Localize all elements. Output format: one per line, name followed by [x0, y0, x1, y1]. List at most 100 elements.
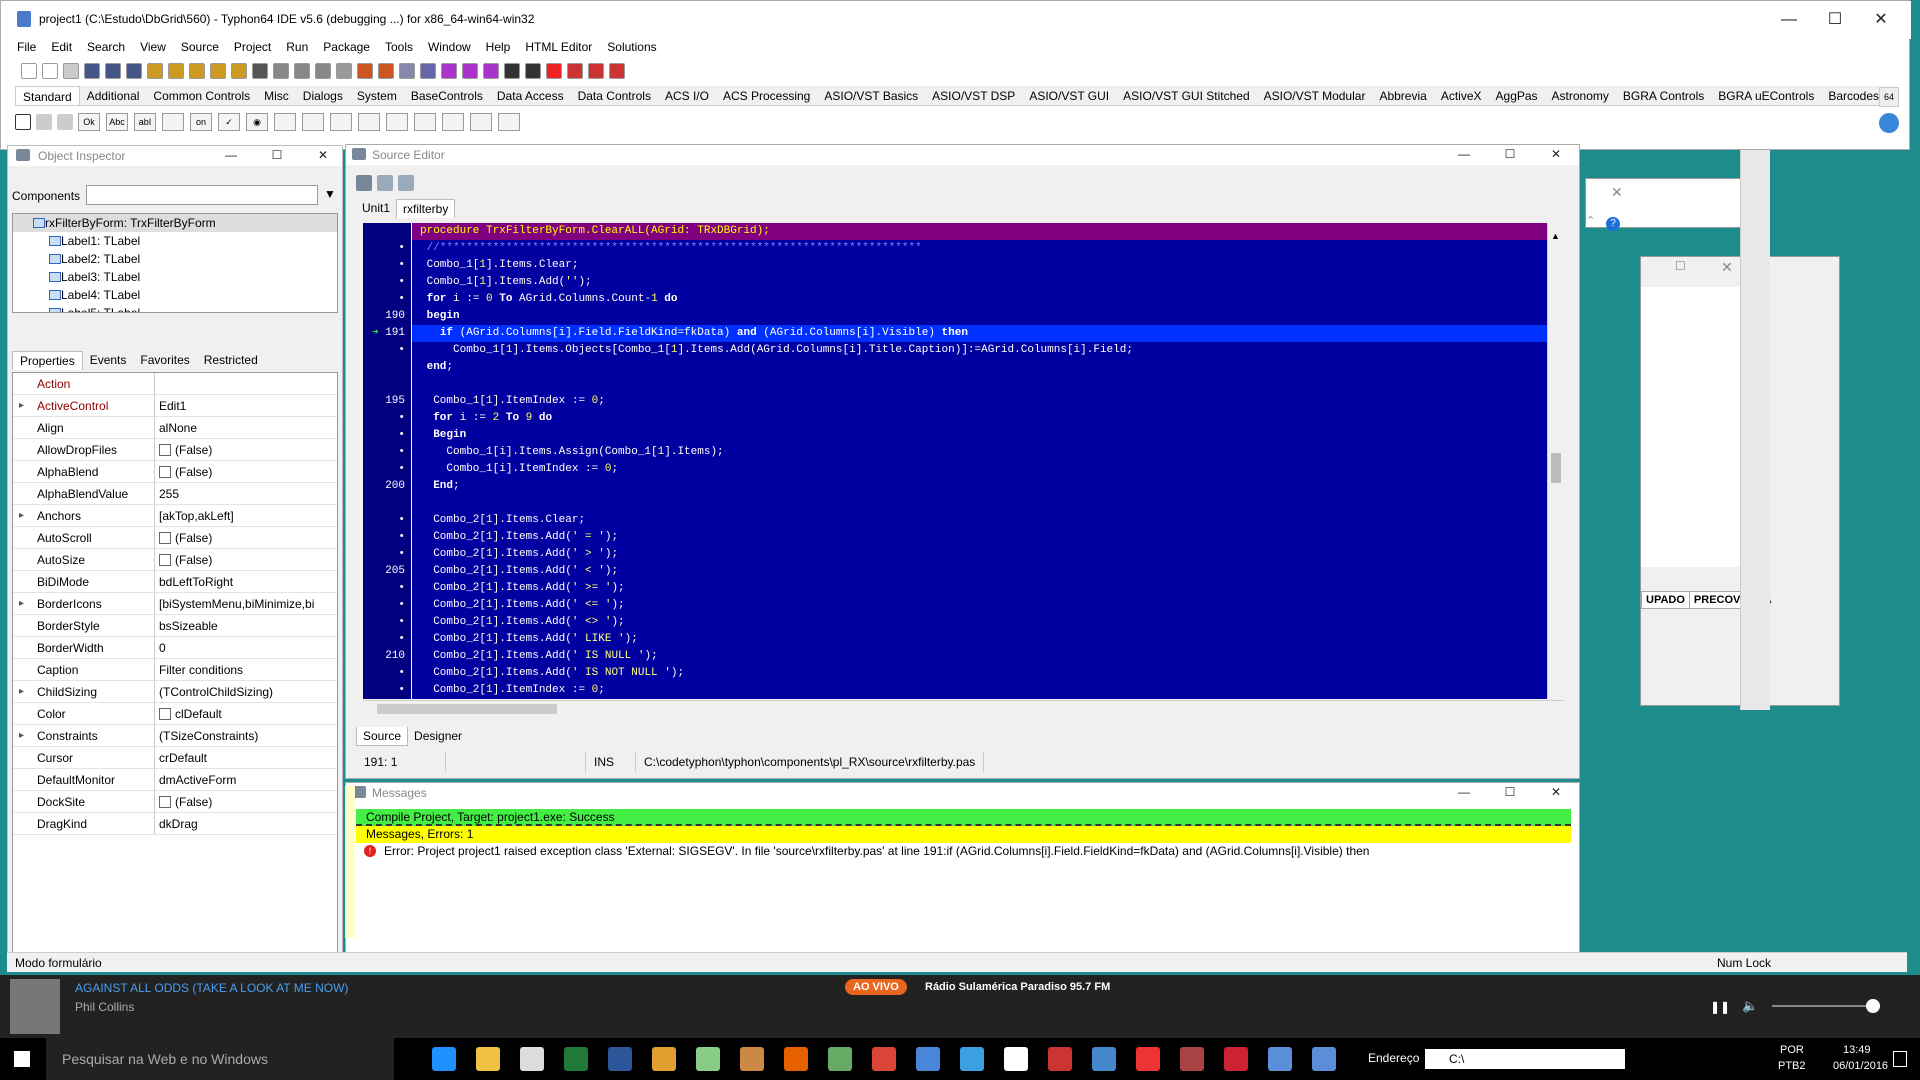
palette-tab[interactable]: ASIO/VST DSP [925, 86, 1022, 105]
checkbox[interactable] [159, 444, 171, 456]
property-row[interactable]: Caption Filter conditions [13, 659, 337, 681]
property-value[interactable]: (False) [155, 439, 337, 460]
code-line[interactable]: Combo_2[1].Items.Clear; [412, 512, 1547, 529]
edge-icon[interactable] [432, 1047, 456, 1071]
artist-name[interactable]: Phil Collins [75, 1000, 134, 1014]
actionlist-component-icon[interactable] [498, 113, 520, 131]
main-menu-icon[interactable] [36, 114, 52, 130]
property-value[interactable]: (False) [155, 461, 337, 482]
palette-tab[interactable]: ASIO/VST GUI Stitched [1116, 86, 1257, 105]
keyboard-indicator[interactable]: PTB2 [1778, 1060, 1806, 1072]
close-icon[interactable]: ✕ [1533, 773, 1579, 811]
clock-time[interactable]: 13:49 [1843, 1044, 1871, 1056]
tree-item[interactable]: Label4: TLabel [13, 286, 337, 304]
checkbox[interactable] [159, 708, 171, 720]
menu-item[interactable]: Window [428, 37, 471, 57]
maximize-icon[interactable]: ☐ [254, 136, 300, 174]
expand-icon[interactable]: ▸ [19, 725, 24, 747]
toolbar-button-icon[interactable] [525, 63, 541, 79]
scrollbar-component-icon[interactable] [330, 113, 352, 131]
edit-component-icon[interactable]: abI [134, 113, 156, 131]
combobox-component-icon[interactable] [302, 113, 324, 131]
property-value[interactable]: 0 [155, 637, 337, 658]
checkbox[interactable] [159, 466, 171, 478]
editor-bottom-tab[interactable]: Source [356, 727, 409, 746]
song-title[interactable]: AGAINST ALL ODDS (TAKE A LOOK AT ME NOW) [75, 981, 348, 995]
property-row[interactable]: DragKind dkDrag [13, 813, 337, 835]
close-icon[interactable]: ✕ [300, 136, 346, 174]
palette-tab[interactable]: Data Controls [571, 86, 658, 105]
toolbar-button-icon[interactable] [567, 63, 583, 79]
station-name[interactable]: Rádio Sulamérica Paradiso 95.7 FM [925, 981, 1110, 993]
property-value[interactable]: Edit1 [155, 395, 337, 416]
property-value[interactable]: (False) [155, 527, 337, 548]
toolbar-button-icon[interactable] [462, 63, 478, 79]
home-icon[interactable] [356, 175, 372, 191]
property-row[interactable]: AlphaBlendValue 255 [13, 483, 337, 505]
maximize-icon[interactable]: ☐ [1675, 259, 1686, 273]
code-line[interactable]: begin [412, 308, 1547, 325]
property-value[interactable]: clDefault [155, 703, 337, 724]
property-row[interactable]: Align alNone [13, 417, 337, 439]
firefox-icon[interactable] [784, 1047, 808, 1071]
grid-column-header[interactable]: UPADO [1642, 592, 1690, 608]
property-row[interactable]: ▸ BorderIcons [biSystemMenu,biMinimize,bi [13, 593, 337, 615]
property-row[interactable]: BorderStyle bsSizeable [13, 615, 337, 637]
error-message-line[interactable]: ! Error: Project project1 raised excepti… [356, 843, 1571, 860]
volume-icon[interactable]: 🔈 [1742, 998, 1758, 1014]
code-line[interactable]: Combo_1[1].Items.Add(''); [412, 274, 1547, 291]
download-arrow-icon[interactable] [1879, 113, 1899, 133]
tree-item[interactable]: Label1: TLabel [13, 232, 337, 250]
property-value[interactable] [155, 373, 337, 394]
minimize-icon[interactable]: — [1766, 1, 1812, 39]
property-row[interactable]: AutoScroll (False) [13, 527, 337, 549]
code-line[interactable]: Combo_2[1].Items.Add(' <> '); [412, 614, 1547, 631]
code-line[interactable]: Combo_2[1].Items.Add(' <= '); [412, 597, 1547, 614]
checkbox[interactable] [159, 554, 171, 566]
maximize-icon[interactable]: ☐ [1812, 1, 1858, 39]
code-line[interactable]: Combo_2[1].Items.Add(' IS NOT NULL '); [412, 665, 1547, 682]
radiogroup-component-icon[interactable] [386, 113, 408, 131]
code-line[interactable]: End; [412, 478, 1547, 495]
close-icon[interactable]: ✕ [1721, 259, 1733, 276]
windows-app-icon[interactable] [1004, 1047, 1028, 1071]
inspector-tab[interactable]: Events [83, 351, 134, 370]
property-row[interactable]: DefaultMonitor dmActiveForm [13, 769, 337, 791]
menu-item[interactable]: File [17, 37, 36, 57]
property-value[interactable]: [akTop,akLeft] [155, 505, 337, 526]
palette-tab[interactable]: BGRA Controls [1616, 86, 1711, 105]
code-line[interactable]: Combo_1[i].Items.Assign(Combo_1[1].Items… [412, 444, 1547, 461]
expand-icon[interactable]: ▸ [19, 681, 24, 703]
code-line[interactable]: Combo_2[1].Items.Add(' IS NULL '); [412, 648, 1547, 665]
editor-tab[interactable]: Unit1 [356, 199, 396, 218]
code-line[interactable] [412, 495, 1547, 512]
scroll-up-icon[interactable]: ▲ [1551, 231, 1560, 241]
checkgroup-component-icon[interactable] [414, 113, 436, 131]
editor-tab[interactable]: rxfilterby [396, 199, 456, 218]
close-icon[interactable]: ✕ [1611, 184, 1623, 201]
toolbar-button-icon[interactable] [210, 63, 226, 79]
expand-icon[interactable]: ▸ [19, 593, 24, 615]
windows-start-icon[interactable] [14, 1051, 30, 1067]
toolbar-button-icon[interactable] [483, 63, 499, 79]
toolbar-button-icon[interactable] [42, 63, 58, 79]
palette-tab[interactable]: ASIO/VST GUI [1022, 86, 1116, 105]
volume-slider[interactable] [1772, 1005, 1872, 1007]
minimize-icon[interactable]: — [208, 136, 254, 174]
toolbar-button-icon[interactable] [252, 63, 268, 79]
property-row[interactable]: ▸ Anchors [akTop,akLeft] [13, 505, 337, 527]
property-row[interactable]: Cursor crDefault [13, 747, 337, 769]
gear-icon[interactable] [1092, 1047, 1116, 1071]
taskbar-search[interactable]: Pesquisar na Web e no Windows [46, 1038, 394, 1080]
property-value[interactable]: (False) [155, 549, 337, 570]
property-value[interactable]: 255 [155, 483, 337, 504]
file-explorer-icon[interactable] [476, 1047, 500, 1071]
property-value[interactable]: dkDrag [155, 813, 337, 834]
code-line[interactable]: Combo_1[1].ItemIndex := 0; [412, 393, 1547, 410]
palette-tab[interactable]: BaseControls [404, 86, 490, 105]
menu-item[interactable]: View [140, 37, 166, 57]
property-value[interactable]: bdLeftToRight [155, 571, 337, 592]
menu-item[interactable]: Solutions [607, 37, 656, 57]
code-line[interactable]: for i := 2 To 9 do [412, 410, 1547, 427]
menu-item[interactable]: Edit [51, 37, 72, 57]
